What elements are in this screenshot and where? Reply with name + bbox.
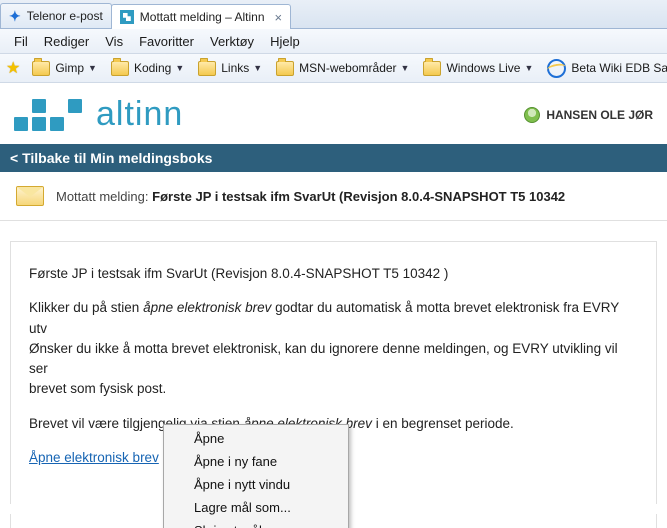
tab-telenor[interactable]: ✦ Telenor e-post: [0, 3, 112, 28]
chevron-down-icon: ▼: [175, 63, 184, 73]
link-context-menu: Åpne Åpne i ny fane Åpne i nytt vindu La…: [163, 424, 349, 528]
bookmark-label: Koding: [134, 61, 171, 75]
user-icon: [524, 107, 540, 123]
ctx-print-target[interactable]: Skriv ut mål: [166, 519, 346, 528]
folder-icon: [32, 61, 50, 76]
folder-icon: [276, 61, 294, 76]
bookmark-label: Windows Live: [446, 61, 520, 75]
bookmark-label: MSN-webområder: [299, 61, 396, 75]
body-line-1: Første JP i testsak ifm SvarUt (Revisjon…: [29, 264, 638, 284]
tab-altinn[interactable]: Mottatt melding – Altinn ×: [111, 4, 291, 29]
text: Ønsker du ikke å motta brevet elektronis…: [29, 341, 618, 376]
ctx-open-new-window[interactable]: Åpne i nytt vindu: [166, 473, 346, 496]
logo-mark-icon: [14, 99, 86, 131]
menubar: Fil Rediger Vis Favoritter Verktøy Hjelp: [0, 29, 667, 54]
chevron-down-icon: ▼: [253, 63, 262, 73]
ie-icon: [547, 59, 566, 78]
text: i en begrenset periode.: [372, 416, 514, 431]
user-name: HANSEN OLE JØR: [546, 108, 653, 122]
menu-view[interactable]: Vis: [97, 32, 131, 51]
bookmark-label: Gimp: [55, 61, 84, 75]
telenor-icon: ✦: [9, 8, 21, 25]
bookmark-betawiki[interactable]: Beta Wiki EDB Sak og Ar: [541, 57, 667, 80]
user-box[interactable]: HANSEN OLE JØR: [524, 107, 653, 123]
bookmark-koding[interactable]: Koding ▼: [105, 59, 190, 78]
back-link[interactable]: < Tilbake til Min meldingsboks: [0, 144, 667, 172]
body-paragraph-2: Klikker du på stien åpne elektronisk bre…: [29, 298, 638, 399]
message-header: Mottatt melding: Første JP i testsak ifm…: [0, 172, 667, 221]
message-label: Mottatt melding:: [56, 189, 149, 204]
ctx-open-new-tab[interactable]: Åpne i ny fane: [166, 450, 346, 473]
text: brevet som fysisk post.: [29, 381, 166, 396]
bookmark-links[interactable]: Links ▼: [192, 59, 268, 78]
menu-edit[interactable]: Rediger: [36, 32, 98, 51]
folder-icon: [423, 61, 441, 76]
folder-icon: [111, 61, 129, 76]
chevron-down-icon: ▼: [524, 63, 533, 73]
text: Klikker du på stien: [29, 300, 143, 315]
bookmark-gimp[interactable]: Gimp ▼: [26, 59, 103, 78]
bookmarks-bar: ★ Gimp ▼ Koding ▼ Links ▼ MSN-webområder…: [0, 54, 667, 83]
menu-help[interactable]: Hjelp: [262, 32, 308, 51]
bookmark-winlive[interactable]: Windows Live ▼: [417, 59, 539, 78]
tab-label: Telenor e-post: [27, 9, 103, 23]
bookmark-label: Beta Wiki EDB Sak og Ar: [571, 61, 667, 75]
altinn-icon: [120, 10, 134, 24]
menu-file[interactable]: Fil: [6, 32, 36, 51]
open-electronic-letter-link[interactable]: Åpne elektronisk brev: [29, 450, 159, 465]
bookmark-msn[interactable]: MSN-webområder ▼: [270, 59, 415, 78]
ctx-save-target-as[interactable]: Lagre mål som...: [166, 496, 346, 519]
message-title: Første JP i testsak ifm SvarUt (Revisjon…: [152, 189, 565, 204]
ctx-open[interactable]: Åpne: [166, 427, 346, 450]
close-icon[interactable]: ×: [275, 11, 283, 24]
menu-tools[interactable]: Verktøy: [202, 32, 262, 51]
favorites-star-icon[interactable]: ★: [6, 58, 20, 78]
emphasis: åpne elektronisk brev: [143, 300, 271, 315]
mail-icon: [16, 186, 44, 206]
bookmark-label: Links: [221, 61, 249, 75]
browser-tabstrip: ✦ Telenor e-post Mottatt melding – Altin…: [0, 0, 667, 29]
tab-label: Mottatt melding – Altinn: [140, 10, 265, 24]
logo-text: altinn: [96, 95, 183, 134]
chevron-down-icon: ▼: [88, 63, 97, 73]
folder-icon: [198, 61, 216, 76]
menu-favorites[interactable]: Favoritter: [131, 32, 202, 51]
chevron-down-icon: ▼: [401, 63, 410, 73]
altinn-logo[interactable]: altinn: [14, 95, 183, 134]
